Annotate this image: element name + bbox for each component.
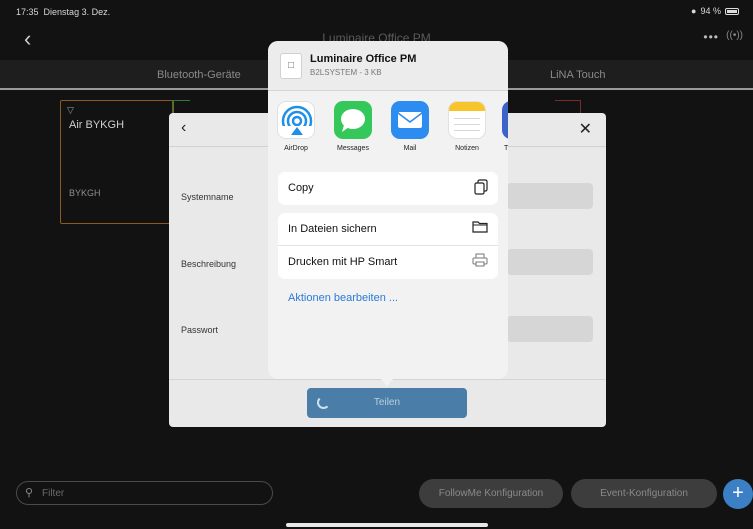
followme-config-button[interactable]: FollowMe Konfiguration [419,479,563,508]
beschreibung-input[interactable] [507,249,593,275]
battery-text: 94 % [700,6,721,16]
systemname-input[interactable] [507,183,593,209]
search-icon: ⚲ [25,487,34,499]
share-action-group-files: In Dateien sichern Drucken mit HP Smart [278,213,498,279]
print-hp-smart-action[interactable]: Drucken mit HP Smart [278,246,498,279]
share-app-partial[interactable]: T [494,101,508,152]
field-label-passwort: Passwort [181,325,219,335]
device-id: BYKGH [69,188,101,198]
device-card[interactable]: ▽ Air BYKGH BYKGH [60,100,174,224]
status-bar: 17:35 Dienstag 3. Dez. ● 94 % [0,0,753,22]
device-card-partial[interactable] [172,100,190,114]
app-icon-partial [502,101,508,139]
mail-icon [391,101,429,139]
edit-actions-link[interactable]: Aktionen bearbeiten ... [288,292,398,304]
share-app-airdrop[interactable]: AirDrop [271,101,321,152]
action-label: Copy [288,182,314,194]
share-action-group-copy: Copy [278,172,498,205]
share-file-name: Luminaire Office PM [310,53,417,65]
passwort-input[interactable] [507,316,593,342]
battery-icon [725,7,739,15]
share-app-notes[interactable]: Notizen [442,101,492,152]
status-time-date: 17:35 Dienstag 3. Dez. [16,7,111,17]
signal-icon[interactable]: ((•)) [726,30,743,41]
wifi-icon: ▽ [67,105,74,115]
document-icon: □ [280,53,302,79]
share-app-messages[interactable]: Messages [328,101,378,152]
field-label-systemname: Systemname [181,192,234,202]
device-name: Air BYKGH [69,119,125,131]
share-sheet-header: □ Luminaire Office PM B2LSYSTEM - 3 KB [268,41,508,91]
device-card-partial[interactable] [555,100,581,114]
field-label-beschreibung: Beschreibung [181,259,237,269]
tab-bluetooth-devices[interactable]: Bluetooth-Geräte [157,69,241,81]
action-label: In Dateien sichern [288,223,377,235]
app-label: Messages [337,145,369,152]
share-button-label: Teilen [373,397,401,408]
share-button[interactable]: Teilen [307,388,467,418]
home-indicator [286,523,488,527]
messages-icon [334,101,372,139]
share-sheet: □ Luminaire Office PM B2LSYSTEM - 3 KB A… [268,41,508,379]
wifi-icon: ● [691,6,697,16]
save-to-files-action[interactable]: In Dateien sichern [278,213,498,246]
popover-arrow [380,378,394,386]
close-icon[interactable]: ✕ [579,119,592,139]
loading-spinner-icon [317,396,330,409]
bottom-bar: ⚲ Filter FollowMe Konfiguration Event-Ko… [0,470,753,518]
airdrop-icon [277,101,315,139]
filter-placeholder: Filter [42,488,65,499]
app-label: Mail [403,145,417,152]
app-label: AirDrop [284,145,308,152]
folder-icon [472,220,488,236]
action-label: Drucken mit HP Smart [288,256,398,268]
plus-icon: + [732,482,744,504]
printer-icon [472,253,488,270]
event-config-button[interactable]: Event-Konfiguration [571,479,717,508]
app-label: Notizen [455,145,479,152]
app-label: T [504,145,508,152]
notes-icon [448,101,486,139]
filter-input[interactable]: ⚲ Filter [16,481,273,505]
tab-lina-touch[interactable]: LiNA Touch [550,69,605,81]
share-app-mail[interactable]: Mail [385,101,435,152]
status-right: ● 94 % [691,6,739,16]
share-file-meta: B2LSYSTEM - 3 KB [310,68,382,77]
modal-back-icon[interactable]: ‹ [181,119,186,137]
add-button[interactable]: + [723,479,753,509]
copy-action[interactable]: Copy [278,172,498,205]
more-icon[interactable]: ••• [703,30,719,44]
share-apps-row: AirDrop Messages Mail Notizen T [268,101,508,159]
modal-footer: Teilen [169,379,606,427]
copy-icon [474,179,488,198]
